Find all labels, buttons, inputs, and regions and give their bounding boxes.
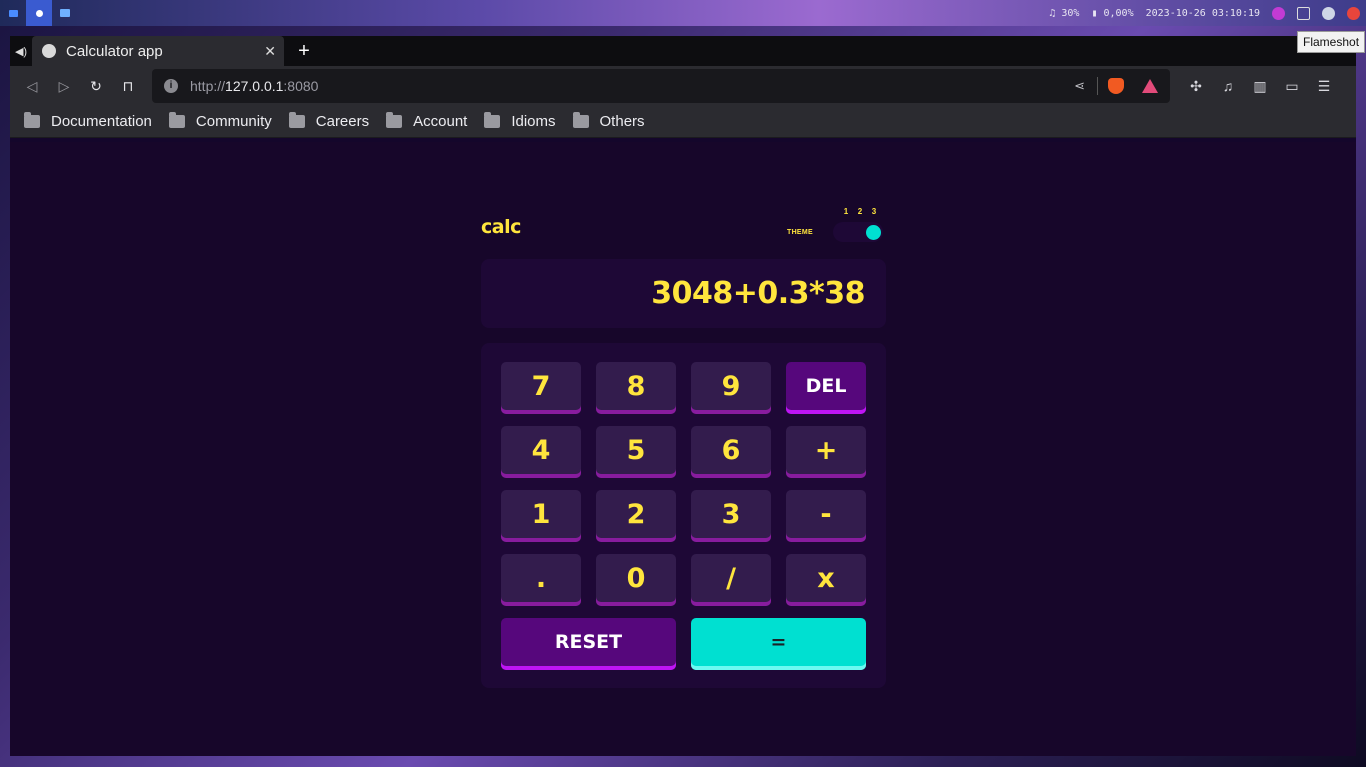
page-content: calc THEME 1 2 3 3048+0.3*38 7 8 9 DEL 4… xyxy=(10,142,1356,756)
extensions-icon[interactable]: ✣ xyxy=(1180,78,1212,95)
bookmark-label: Documentation xyxy=(51,113,152,130)
theme-toggle[interactable] xyxy=(833,222,883,242)
browser-toolbar: ◁ ▷ ↻ ⊓ i http://127.0.0.1:8080 ⋖ ✣ ♫ ▥ … xyxy=(10,66,1356,106)
bookmark-icon[interactable]: ⊓ xyxy=(112,71,144,101)
tab-audio-icon[interactable]: ◀) xyxy=(10,36,32,66)
key-2[interactable]: 2 xyxy=(596,490,676,542)
key-4[interactable]: 4 xyxy=(501,426,581,478)
bookmark-label: Idioms xyxy=(511,113,556,130)
delete-button[interactable]: DEL xyxy=(786,362,866,414)
bookmark-label: Others xyxy=(599,113,645,130)
folder-icon xyxy=(386,112,403,128)
sidebar-icon[interactable]: ▥ xyxy=(1244,78,1276,95)
divide-button[interactable]: / xyxy=(691,554,771,606)
system-tray: ♫ 30% ▮ 0,00% 2023-10-26 03:10:19 xyxy=(1049,6,1366,20)
brave-shields-icon[interactable] xyxy=(1108,78,1124,94)
browser-workspace-icon[interactable] xyxy=(26,0,52,26)
media-icon[interactable]: ♫ xyxy=(1212,78,1244,95)
folder-icon xyxy=(168,112,185,128)
key-3[interactable]: 3 xyxy=(691,490,771,542)
key-6[interactable]: 6 xyxy=(691,426,771,478)
bookmark-folder-documentation[interactable]: Documentation xyxy=(24,112,152,130)
share-icon[interactable]: ⋖ xyxy=(1074,78,1085,94)
key-8[interactable]: 8 xyxy=(596,362,676,414)
theme-option-3[interactable]: 3 xyxy=(872,207,876,216)
bookmark-folder-careers[interactable]: Careers xyxy=(288,112,370,130)
folder-icon xyxy=(572,112,589,128)
forward-icon[interactable]: ▷ xyxy=(48,71,80,101)
theme-numbers: 1 2 3 xyxy=(833,207,883,222)
battery-level: 0,00% xyxy=(1103,7,1134,19)
menu-icon[interactable]: ☰ xyxy=(1308,78,1340,95)
keypad: 7 8 9 DEL 4 5 6 + 1 2 3 - . 0 / x RESET … xyxy=(481,343,886,688)
decimal-button[interactable]: . xyxy=(501,554,581,606)
bookmark-label: Careers xyxy=(315,113,370,130)
calculator-header: calc THEME 1 2 3 xyxy=(481,202,886,248)
volume-indicator[interactable]: ♫ 30% xyxy=(1049,8,1079,19)
reload-icon[interactable]: ↻ xyxy=(80,71,112,101)
bookmarks-bar: Documentation Community Careers Account … xyxy=(10,106,1356,138)
key-5[interactable]: 5 xyxy=(596,426,676,478)
reset-button[interactable]: RESET xyxy=(501,618,676,670)
plus-button[interactable]: + xyxy=(786,426,866,478)
terminal-workspace-icon[interactable] xyxy=(52,0,78,26)
bookmark-folder-others[interactable]: Others xyxy=(572,112,645,130)
folder-icon xyxy=(288,112,305,128)
workspace-switcher xyxy=(0,0,78,26)
key-9[interactable]: 9 xyxy=(691,362,771,414)
bookmark-label: Community xyxy=(195,113,272,130)
theme-label: THEME xyxy=(787,229,813,236)
theme-option-2[interactable]: 2 xyxy=(858,207,862,216)
calculator-display: 3048+0.3*38 xyxy=(481,259,886,328)
tab-calculator-app[interactable]: Calculator app ✕ xyxy=(32,36,284,66)
new-tab-button[interactable]: + xyxy=(284,40,324,63)
desktop-top-panel: ♫ 30% ▮ 0,00% 2023-10-26 03:10:19 xyxy=(0,0,1366,26)
tab-title: Calculator app xyxy=(66,42,163,60)
flameshot-tooltip: Flameshot xyxy=(1297,31,1366,53)
tab-close-icon[interactable]: ✕ xyxy=(264,43,276,60)
key-7[interactable]: 7 xyxy=(501,362,581,414)
theme-toggle-knob[interactable] xyxy=(866,225,881,240)
address-bar[interactable]: i http://127.0.0.1:8080 ⋖ xyxy=(152,69,1170,103)
multiply-button[interactable]: x xyxy=(786,554,866,606)
brave-rewards-icon[interactable] xyxy=(1142,79,1158,93)
files-workspace-icon[interactable] xyxy=(0,0,26,26)
key-1[interactable]: 1 xyxy=(501,490,581,542)
browser-window: ◀) Calculator app ✕ + ◁ ▷ ↻ ⊓ i http://1… xyxy=(10,36,1356,756)
tab-favicon-icon xyxy=(42,44,56,58)
url-port: :8080 xyxy=(283,78,319,94)
bookmark-label: Account xyxy=(413,113,468,130)
site-info-icon[interactable]: i xyxy=(164,79,178,93)
steam-icon[interactable] xyxy=(1322,6,1335,20)
flameshot-icon[interactable] xyxy=(1347,6,1360,20)
wallet-icon[interactable]: ▭ xyxy=(1276,78,1308,95)
folder-icon xyxy=(24,112,40,128)
theme-option-1[interactable]: 1 xyxy=(844,207,848,216)
bookmark-folder-community[interactable]: Community xyxy=(168,112,272,130)
battery-icon: ▮ xyxy=(1091,7,1104,19)
equals-button[interactable]: = xyxy=(691,618,866,670)
screen-tray-icon[interactable] xyxy=(1297,6,1310,20)
bookmark-folder-account[interactable]: Account xyxy=(386,112,468,130)
folder-icon xyxy=(484,112,501,128)
bookmark-folder-idioms[interactable]: Idioms xyxy=(484,112,556,130)
app-tray-icon[interactable] xyxy=(1272,6,1285,20)
theme-switcher: THEME 1 2 3 xyxy=(787,207,883,242)
clock[interactable]: 2023-10-26 03:10:19 xyxy=(1146,8,1260,19)
tab-strip: ◀) Calculator app ✕ + xyxy=(10,36,1356,66)
minus-button[interactable]: - xyxy=(786,490,866,542)
battery-indicator[interactable]: ▮ 0,00% xyxy=(1091,8,1133,19)
url-host: 127.0.0.1 xyxy=(225,78,284,94)
calculator: calc THEME 1 2 3 3048+0.3*38 7 8 9 DEL 4… xyxy=(481,202,886,688)
calculator-logo: calc xyxy=(481,216,521,238)
back-icon[interactable]: ◁ xyxy=(16,71,48,101)
key-0[interactable]: 0 xyxy=(596,554,676,606)
url-scheme: http:// xyxy=(190,78,226,94)
